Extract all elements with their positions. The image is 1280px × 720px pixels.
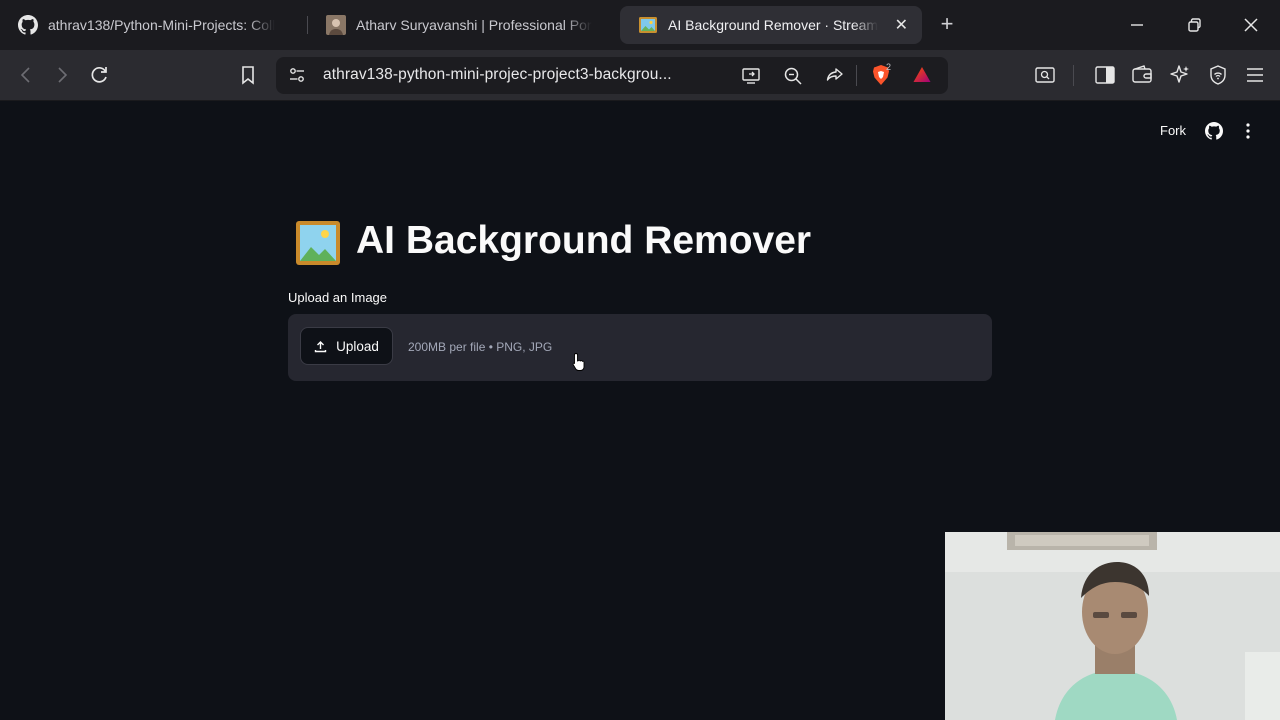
- tab-portfolio[interactable]: Atharv Suryavanshi | Professional Por: [308, 6, 613, 44]
- site-settings-icon[interactable]: [287, 65, 307, 85]
- uploader-label: Upload an Image: [288, 290, 388, 305]
- more-options-icon[interactable]: [1242, 122, 1254, 140]
- upload-button[interactable]: Upload: [300, 327, 393, 365]
- close-window-icon[interactable]: [1238, 12, 1264, 38]
- share-icon[interactable]: [824, 65, 846, 87]
- close-tab-icon[interactable]: ✕: [895, 15, 908, 35]
- tab-strip: athrav138/Python-Mini-Projects: Coll Ath…: [0, 0, 1280, 50]
- tab-title: Atharv Suryavanshi | Professional Por: [356, 17, 592, 33]
- menu-icon[interactable]: [1243, 63, 1267, 87]
- framed-picture-icon: [296, 221, 340, 265]
- back-icon[interactable]: [14, 63, 38, 87]
- file-dropzone[interactable]: Upload 200MB per file • PNG, JPG: [288, 314, 992, 381]
- bookmark-icon[interactable]: [236, 63, 260, 87]
- upload-icon: [314, 340, 327, 352]
- tab-github-repo[interactable]: athrav138/Python-Mini-Projects: Coll: [0, 6, 305, 44]
- new-tab-button[interactable]: +: [935, 13, 959, 37]
- cast-icon[interactable]: [740, 65, 762, 87]
- framed-picture-icon: [639, 17, 657, 33]
- sidebar-icon[interactable]: [1093, 63, 1117, 87]
- webcam-overlay: [945, 532, 1280, 720]
- browser-toolbar: athrav138-python-mini-projec-project3-ba…: [0, 50, 1280, 101]
- hand-cursor-icon: [572, 353, 585, 371]
- minimize-icon[interactable]: [1124, 12, 1150, 38]
- github-icon[interactable]: [1205, 122, 1223, 140]
- restore-icon[interactable]: [1181, 12, 1207, 38]
- screenshot-search-icon[interactable]: [1033, 63, 1057, 87]
- vpn-icon[interactable]: [1206, 63, 1230, 87]
- zoom-icon[interactable]: [782, 65, 804, 87]
- tab-title: AI Background Remover · Stream: [668, 17, 879, 33]
- shields-count: 2: [886, 62, 892, 72]
- page-title: AI Background Remover: [356, 219, 812, 262]
- tab-title: athrav138/Python-Mini-Projects: Coll: [48, 17, 276, 33]
- reload-icon[interactable]: [87, 63, 111, 87]
- fork-button[interactable]: Fork: [1160, 123, 1186, 138]
- leo-ai-icon[interactable]: [1168, 63, 1192, 87]
- toolbar-divider: [1073, 65, 1074, 86]
- toolbar-divider: [856, 65, 857, 86]
- wallet-icon[interactable]: [1130, 63, 1154, 87]
- url-text[interactable]: athrav138-python-mini-projec-project3-ba…: [323, 66, 672, 84]
- profile-photo-icon: [326, 15, 346, 35]
- brave-rewards-icon[interactable]: [911, 64, 933, 86]
- webcam-feed: [945, 532, 1280, 720]
- address-bar[interactable]: athrav138-python-mini-projec-project3-ba…: [276, 57, 948, 94]
- file-limits-text: 200MB per file • PNG, JPG: [408, 340, 553, 354]
- upload-button-label: Upload: [336, 338, 379, 354]
- forward-icon[interactable]: [50, 63, 74, 87]
- tab-ai-background-remover[interactable]: AI Background Remover · Stream ✕: [620, 6, 922, 44]
- github-icon: [18, 15, 38, 35]
